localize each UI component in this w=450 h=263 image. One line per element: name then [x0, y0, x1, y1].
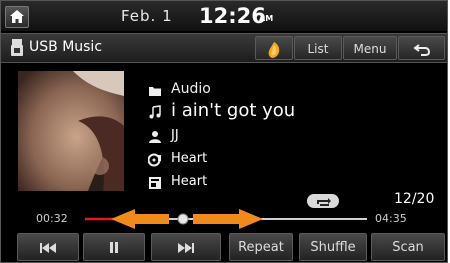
list-button[interactable]: List [294, 36, 342, 60]
artist-icon [149, 131, 161, 143]
progress-knob[interactable] [177, 213, 189, 225]
song-title: i ain't got you [171, 100, 296, 121]
home-button[interactable] [5, 6, 29, 28]
clock-time: 12:26 [199, 4, 266, 28]
usb-icon [11, 39, 23, 56]
folder-name: Audio [171, 81, 211, 97]
album-icon [148, 153, 161, 167]
arrow-left-icon [111, 209, 169, 229]
album-name: Heart [171, 151, 208, 166]
orange-button[interactable] [255, 36, 293, 60]
back-arrow-icon [412, 43, 430, 56]
next-track-button[interactable] [151, 233, 221, 261]
repeat-button[interactable]: Repeat [229, 233, 293, 261]
back-button[interactable] [398, 36, 445, 60]
clock-ampm: AM [259, 14, 274, 23]
artist-name: JJ [171, 128, 179, 143]
status-bar: Feb. 1 12:26 AM [1, 1, 447, 31]
genre-name: Heart [171, 174, 208, 189]
shuffle-button[interactable]: Shuffle [299, 233, 367, 261]
date-display: Feb. 1 [121, 7, 173, 25]
arrow-right-icon [193, 209, 263, 229]
skip-forward-icon [178, 242, 194, 253]
home-icon [10, 10, 24, 23]
head-unit-screen: Feb. 1 12:26 AM USB Music List Menu Audi… [0, 0, 448, 263]
previous-track-button[interactable] [17, 233, 79, 261]
title-bar: USB Music List Menu [1, 33, 447, 63]
music-note-icon [149, 105, 161, 119]
folder-icon [149, 87, 161, 96]
menu-button[interactable]: Menu [343, 36, 397, 60]
scan-button[interactable]: Scan [371, 233, 445, 261]
orange-button-icon [268, 41, 280, 58]
genre-icon [149, 177, 161, 189]
pause-icon [110, 242, 118, 253]
pause-button[interactable] [83, 233, 145, 261]
skip-back-icon [40, 242, 56, 253]
album-art [18, 71, 124, 191]
total-time: 04:35 [375, 212, 407, 225]
source-title: USB Music [29, 39, 103, 55]
